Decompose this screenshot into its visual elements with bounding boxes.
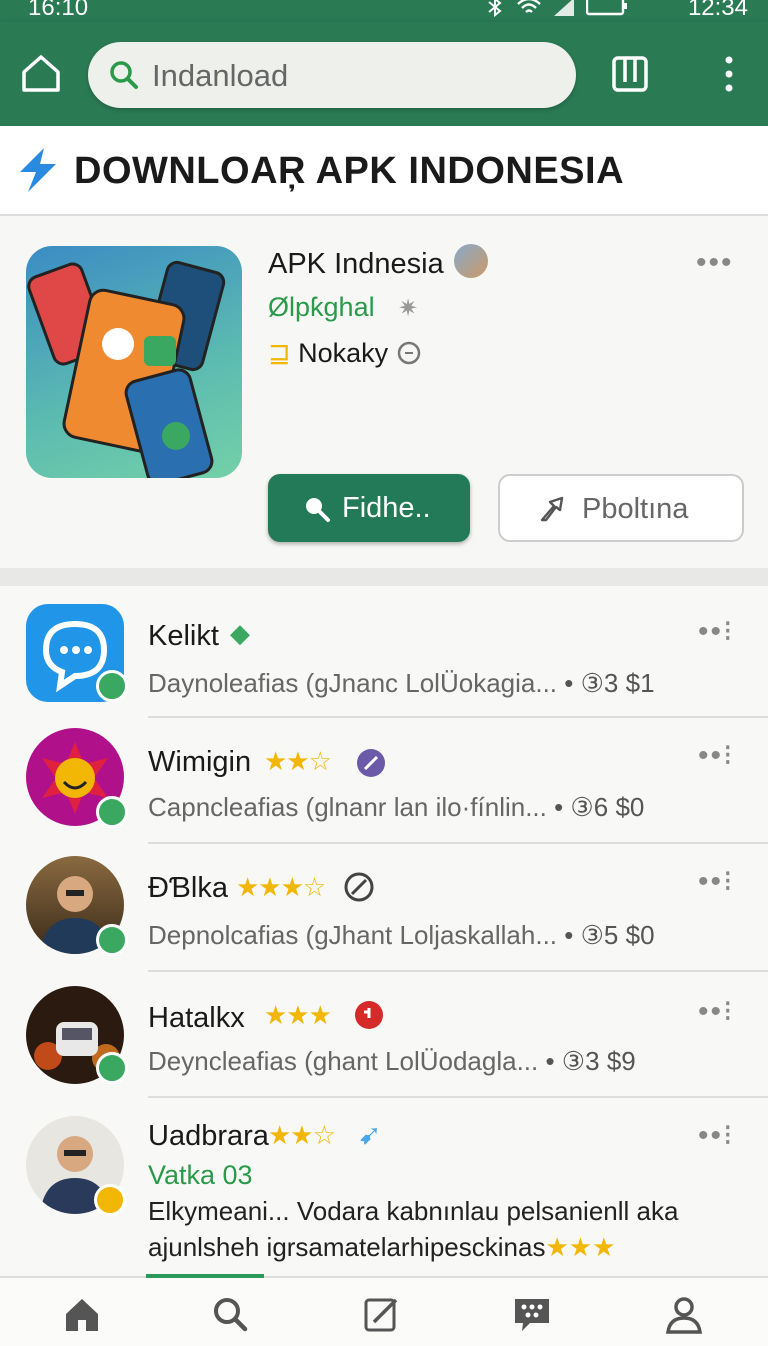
- app-description: Daynoleafias (ɡJnanc LolÜokagia... • ③3 …: [148, 668, 655, 698]
- app-description-line2: ajunlsheh igrsamatelarhipesckinas★★★: [148, 1232, 616, 1262]
- app-name: Hatalkx: [148, 1002, 245, 1034]
- app-description: Deyncleafias (ɡhant LolÜodagla... • ③3 $…: [148, 1046, 636, 1076]
- rating-stars: ★★☆: [264, 746, 332, 776]
- status-bar: 16:10 12:34: [0, 0, 768, 22]
- signal-icon: [554, 0, 574, 16]
- search-input[interactable]: Indanload: [88, 42, 576, 108]
- tab-messages-icon[interactable]: [512, 1294, 552, 1334]
- status-icons: [484, 0, 628, 18]
- verified-badge: [96, 670, 128, 702]
- tab-edit-icon[interactable]: [362, 1294, 402, 1334]
- item-more-icon[interactable]: ••⁝: [698, 738, 735, 773]
- app-description: Depnolcafias (ɡJhant Loljaskallah... • ③…: [148, 920, 655, 950]
- home-icon[interactable]: [18, 50, 64, 96]
- app-name: ƉƁlka: [148, 872, 229, 904]
- list-item[interactable]: Hatalkx ★★★ Deyncleafias (ɡhant LolÜodag…: [0, 972, 768, 1098]
- bluetooth-icon: [488, 0, 502, 18]
- list-item[interactable]: ƉƁlka ★★★☆ Depnolcafias (ɡJhant Loljaska…: [0, 844, 768, 972]
- featured-app-category: Ølpƙghal: [268, 292, 375, 322]
- share-icon: [540, 496, 564, 522]
- page-header: DOWNLOAŖ APK INDONESIA: [0, 126, 768, 216]
- overflow-menu-icon[interactable]: [712, 52, 746, 96]
- list-item[interactable]: Uadbrara ★★☆ ➹ Vatka 03 Elkymeani... Vod…: [0, 1098, 768, 1276]
- section-separator: [0, 568, 768, 586]
- developer-icon: ⊒: [268, 338, 291, 368]
- featured-app-image[interactable]: [26, 246, 242, 478]
- verified-badge: [96, 1052, 128, 1084]
- app-bar: Indanload: [0, 22, 768, 126]
- active-tab-indicator: [146, 1274, 264, 1278]
- search-icon: [306, 498, 330, 522]
- item-more-icon[interactable]: ••⁝: [698, 614, 735, 649]
- tab-search-icon[interactable]: [210, 1294, 250, 1334]
- rating-stars: ★★★☆: [236, 872, 326, 902]
- rating-stars: ★★☆: [268, 1120, 336, 1150]
- secondary-action-button[interactable]: Pboltına: [498, 474, 744, 542]
- list-item[interactable]: Kelikt ◆ Daynoleafias (ɡJnanc LolÜokagia…: [0, 586, 768, 718]
- list-item[interactable]: Wimigin ★★☆ Capncleafias (ɡlnanr lan ilo…: [0, 718, 768, 844]
- tab-profile-icon[interactable]: [664, 1294, 704, 1334]
- library-icon[interactable]: [608, 52, 652, 96]
- phones-illustration: [27, 260, 226, 478]
- developer-avatar: [454, 244, 488, 278]
- block-icon: [344, 872, 374, 902]
- leaf-icon: ◆: [230, 618, 250, 648]
- app-list: Kelikt ◆ Daynoleafias (ɡJnanc LolÜokagia…: [0, 586, 768, 1276]
- tab-home-icon[interactable]: [62, 1294, 102, 1334]
- app-description: Capncleafias (ɡlnanr lan ilo·fínlin... •…: [148, 792, 645, 822]
- settings-icon: ✷: [398, 295, 419, 322]
- chat-icon: [397, 341, 421, 365]
- verified-badge: [96, 924, 128, 956]
- lightning-logo-icon: [20, 148, 56, 192]
- bird-icon: ➹: [358, 1119, 382, 1150]
- premium-badge: [94, 1184, 126, 1216]
- item-more-icon[interactable]: ••⁝: [698, 864, 735, 899]
- search-text: Indanload: [152, 58, 289, 93]
- featured-app-card: APK Indnesia Ølpƙghal ✷ ⊒ Nokaky ••• Fid…: [0, 216, 768, 569]
- status-time-right: 12:34: [687, 0, 748, 21]
- primary-action-button[interactable]: Fidhe..: [268, 474, 470, 542]
- app-name: Wimigin: [148, 746, 252, 778]
- featured-app-name: APK Indnesia: [268, 248, 444, 280]
- rating-stars: ★★★: [264, 1000, 332, 1030]
- featured-more-icon[interactable]: •••: [696, 246, 734, 280]
- item-more-icon[interactable]: ••⁝: [698, 994, 735, 1029]
- featured-app-developer: ⊒ Nokaky: [268, 338, 389, 368]
- edit-badge-icon: [357, 749, 385, 777]
- leaf-icon: Ø: [268, 292, 290, 322]
- status-time-left: 16:10: [28, 0, 89, 21]
- app-name: Uadbrara: [148, 1120, 269, 1152]
- app-name: Kelikt: [148, 620, 219, 652]
- verified-badge: [96, 796, 128, 828]
- app-description-line1: Elkymeani... Vodara kabnınlau pelsanienl…: [148, 1196, 679, 1226]
- alert-icon: [355, 1001, 383, 1029]
- wifi-icon: [517, 0, 541, 13]
- battery-icon: [586, 0, 627, 16]
- app-version: Vatka 03: [148, 1160, 253, 1190]
- item-more-icon[interactable]: ••⁝: [698, 1118, 735, 1153]
- search-icon: [110, 61, 138, 89]
- page-title: DOWNLOAŖ APK INDONESIA: [74, 150, 625, 192]
- bottom-navigation: [0, 1274, 768, 1346]
